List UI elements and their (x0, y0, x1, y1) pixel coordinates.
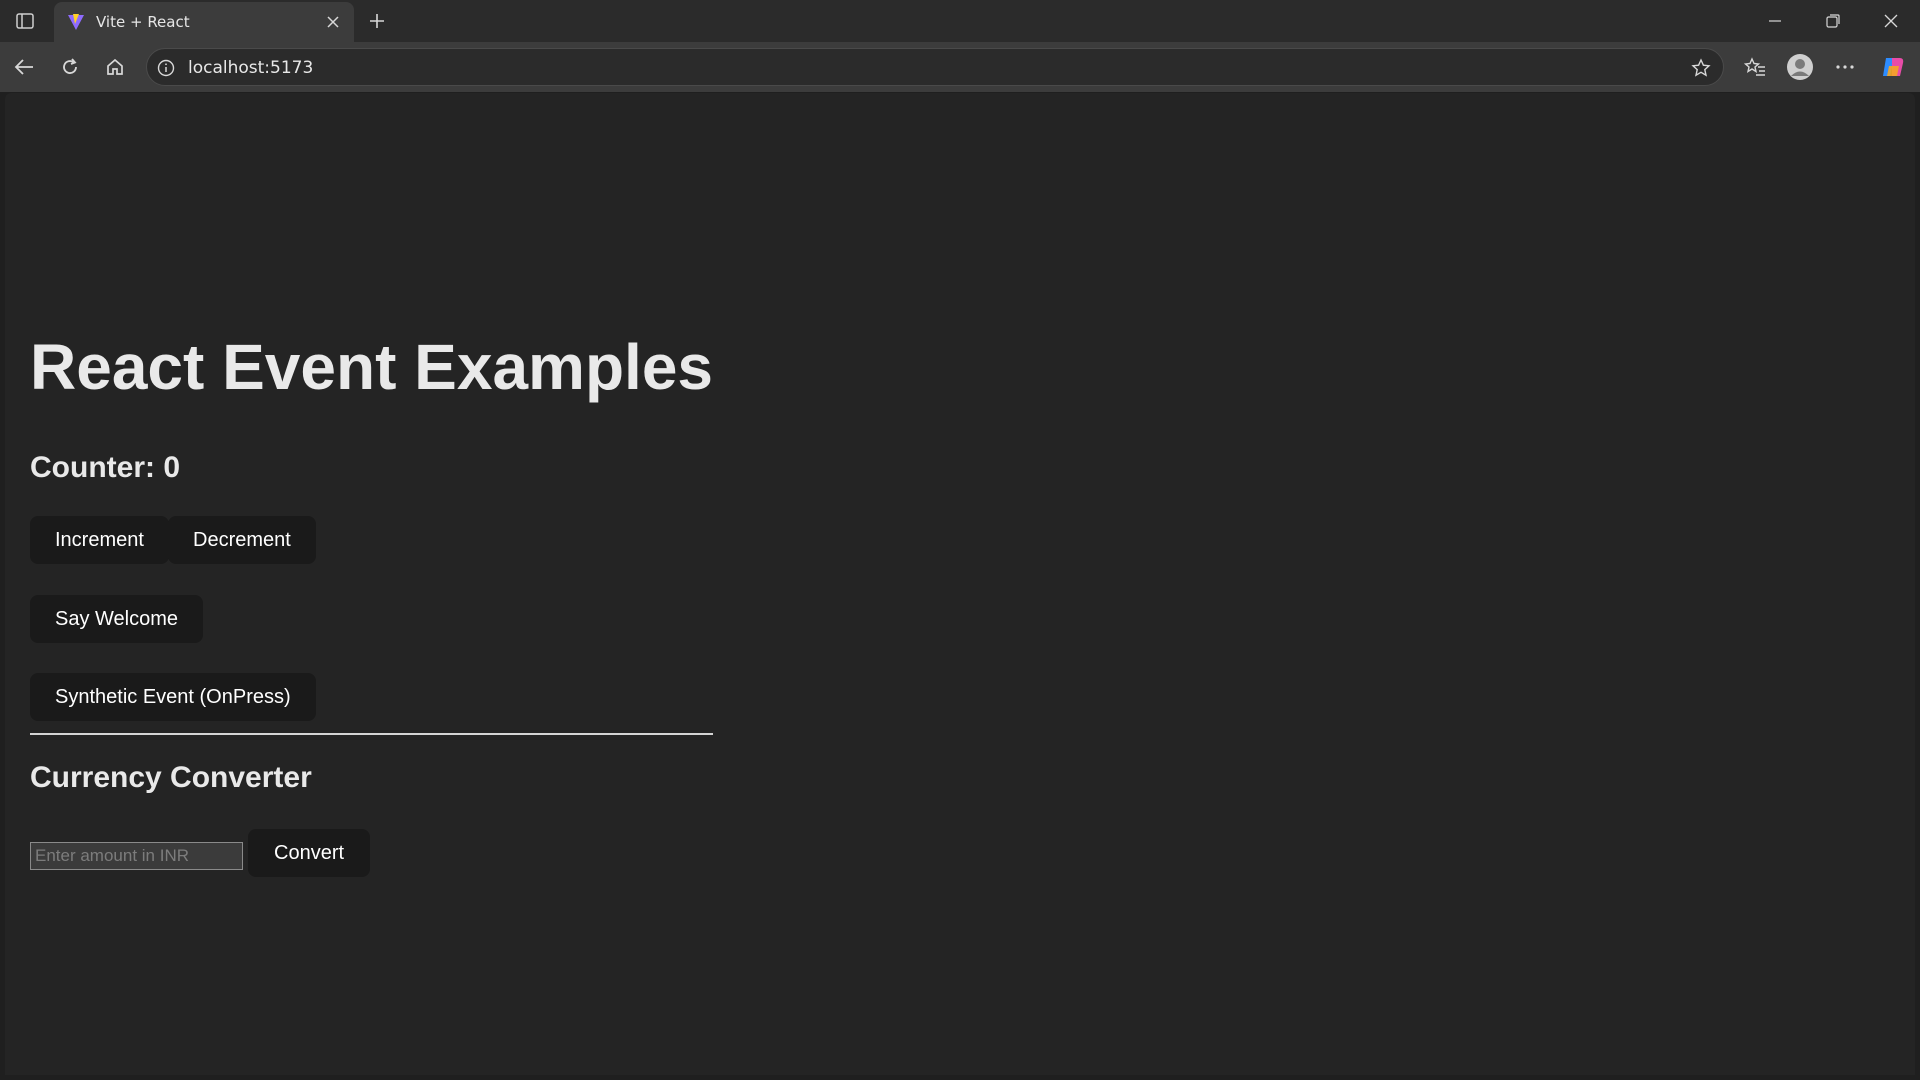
close-icon[interactable] (322, 11, 344, 33)
browser-toolbar: localhost:5173 (0, 42, 1920, 92)
counter-label: Counter: 0 (30, 451, 180, 484)
tab-title: Vite + React (96, 13, 190, 31)
browser-tab[interactable]: Vite + React (54, 2, 354, 42)
synthetic-event-button[interactable]: Synthetic Event (OnPress) (30, 673, 316, 721)
more-icon[interactable] (1831, 53, 1859, 81)
reload-icon[interactable] (56, 53, 84, 81)
back-arrow-icon[interactable] (10, 53, 38, 81)
convert-button[interactable]: Convert (248, 829, 371, 877)
address-bar[interactable]: localhost:5173 (146, 48, 1724, 86)
home-icon[interactable] (101, 53, 129, 81)
tab-bar: Vite + React (0, 0, 1920, 42)
favorites-icon[interactable] (1741, 53, 1769, 81)
say-welcome-button[interactable]: Say Welcome (30, 595, 204, 643)
inr-amount-input[interactable] (30, 842, 243, 870)
divider (30, 733, 713, 735)
restore-icon[interactable] (1815, 8, 1851, 34)
profile-icon[interactable] (1786, 53, 1814, 81)
plus-icon[interactable] (364, 8, 390, 34)
increment-button[interactable]: Increment (30, 516, 169, 564)
minimize-icon[interactable] (1757, 8, 1793, 34)
sidebar-toggle-icon[interactable] (12, 9, 38, 33)
close-icon[interactable] (1873, 8, 1909, 34)
decrement-button[interactable]: Decrement (168, 516, 316, 564)
info-icon[interactable] (155, 57, 177, 79)
star-icon[interactable] (1689, 56, 1713, 80)
url-text[interactable]: localhost:5173 (188, 58, 313, 78)
page-viewport: React Event Examples Counter: 0 Incremen… (5, 93, 1915, 1075)
copilot-icon[interactable] (1879, 53, 1907, 81)
currency-converter-title: Currency Converter (30, 761, 312, 794)
vite-logo-icon (66, 12, 86, 32)
page-title: React Event Examples (30, 331, 713, 403)
